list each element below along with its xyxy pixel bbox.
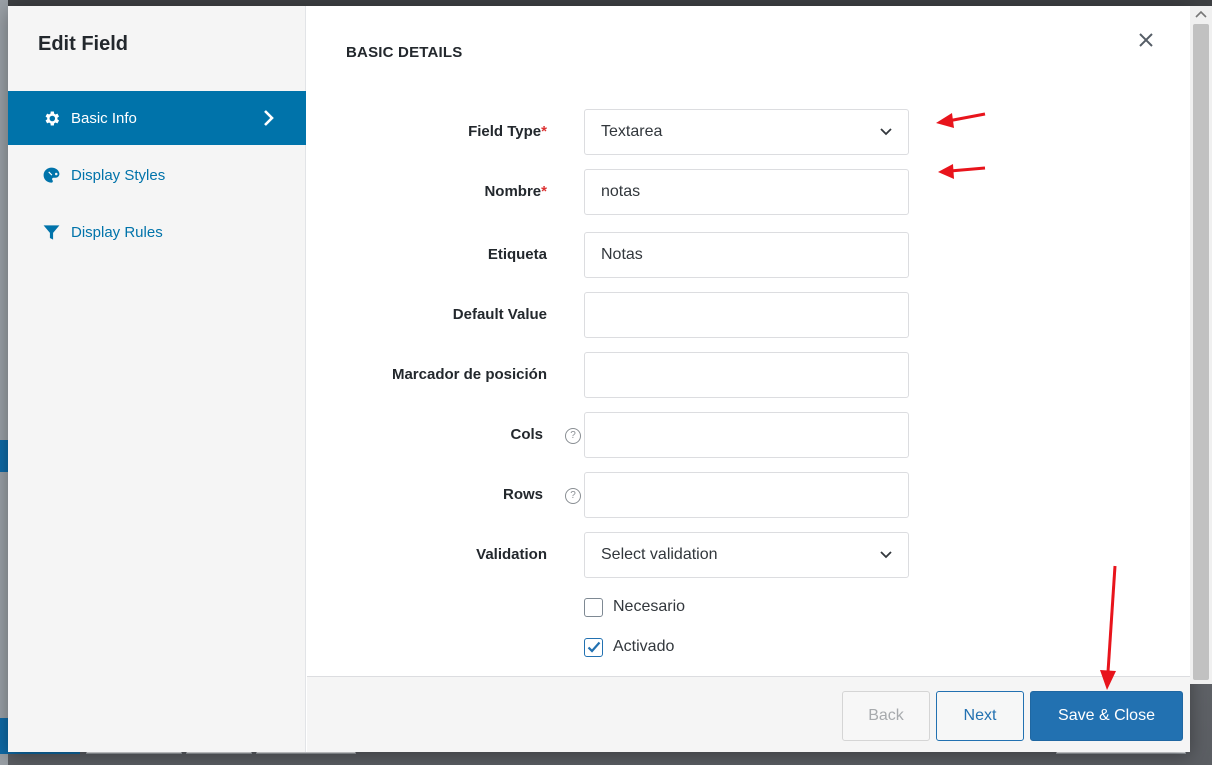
nombre-label: Nombre* [484, 183, 547, 200]
activado-checkbox[interactable] [584, 637, 603, 657]
default-value-label: Default Value [452, 306, 547, 323]
cols-label: Cols [510, 426, 543, 443]
save-close-button[interactable]: Save & Close [1030, 691, 1183, 741]
scrollbar[interactable] [1190, 6, 1212, 684]
next-button[interactable]: Next [936, 691, 1024, 741]
modal-footer: Back Next Save & Close [307, 676, 1190, 752]
chevron-down-icon [880, 128, 892, 136]
modal-main: BASIC DETAILS Field Type* Textarea Nombr… [307, 6, 1190, 752]
etiqueta-label: Etiqueta [487, 246, 547, 263]
etiqueta-row: Etiqueta Notas [307, 232, 1190, 278]
validation-row: Validation Select validation [307, 532, 1190, 578]
nombre-row: Nombre* notas [307, 169, 1190, 215]
required-mark: * [541, 123, 547, 140]
field-type-value: Textarea [601, 123, 663, 140]
cols-input[interactable] [584, 412, 909, 458]
field-type-select[interactable]: Textarea [584, 109, 909, 155]
placeholder-input[interactable] [584, 352, 909, 398]
necesario-label: Necesario [613, 598, 686, 615]
checkmark-icon [587, 641, 600, 653]
back-button[interactable]: Back [842, 691, 930, 741]
rows-row: Rows ? [307, 472, 1190, 518]
gear-icon [40, 107, 62, 129]
modal-title: Edit Field [38, 33, 128, 55]
default-value-row: Default Value [307, 292, 1190, 338]
help-icon[interactable]: ? [565, 488, 581, 504]
sidebar-item-display-styles[interactable]: Display Styles [8, 148, 306, 202]
validation-select[interactable]: Select validation [584, 532, 909, 578]
validation-label: Validation [476, 546, 547, 563]
sidebar-item-label: Basic Info [71, 109, 137, 127]
nombre-input[interactable]: notas [584, 169, 909, 215]
modal-sidebar: Edit Field Basic Info Display Styles Dis [8, 6, 306, 752]
scroll-up-icon[interactable] [1195, 9, 1207, 19]
validation-value: Select validation [601, 546, 718, 563]
activado-checkbox-row[interactable]: Activado [584, 636, 674, 658]
sidebar-item-label: Display Rules [71, 223, 163, 241]
cols-row: Cols ? [307, 412, 1190, 458]
sidebar-item-label: Display Styles [71, 166, 166, 184]
required-mark: * [541, 183, 547, 200]
chevron-right-icon [264, 110, 274, 126]
field-type-row: Field Type* Textarea [307, 109, 1190, 155]
activado-label: Activado [613, 638, 675, 655]
rows-input[interactable] [584, 472, 909, 518]
field-type-label: Field Type* [468, 123, 547, 140]
edit-field-modal: Edit Field Basic Info Display Styles Dis [8, 6, 1212, 752]
necesario-checkbox-row[interactable]: Necesario [584, 596, 685, 618]
default-value-input[interactable] [584, 292, 909, 338]
close-button[interactable] [1134, 28, 1158, 52]
background-blue-bar [0, 440, 8, 472]
placeholder-label: Marcador de posición [391, 366, 547, 383]
chevron-down-icon [880, 551, 892, 559]
help-icon[interactable]: ? [565, 428, 581, 444]
palette-icon [40, 164, 62, 186]
rows-label: Rows [502, 486, 543, 503]
sidebar-item-display-rules[interactable]: Display Rules [8, 205, 306, 259]
necesario-checkbox[interactable] [584, 597, 603, 617]
filter-icon [40, 221, 62, 243]
placeholder-row: Marcador de posición [307, 352, 1190, 398]
etiqueta-input[interactable]: Notas [584, 232, 909, 278]
section-title: BASIC DETAILS [346, 44, 463, 61]
close-icon [1139, 33, 1153, 47]
sidebar-nav: Basic Info Display Styles Display Rules [8, 91, 306, 262]
scrollbar-thumb[interactable] [1193, 24, 1209, 680]
sidebar-item-basic-info[interactable]: Basic Info [8, 91, 306, 145]
background-left-edge [0, 0, 8, 765]
